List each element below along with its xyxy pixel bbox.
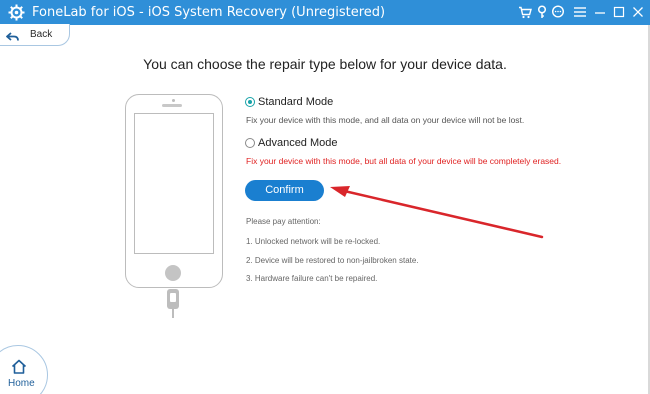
- speaker-slot: [162, 104, 182, 107]
- attention-item: 2. Device will be restored to non-jailbr…: [246, 256, 419, 265]
- maximize-icon[interactable]: [611, 4, 627, 20]
- page-heading: You can choose the repair type below for…: [143, 56, 507, 72]
- back-arrow-icon: [6, 29, 19, 47]
- device-illustration: [125, 94, 223, 288]
- home-icon: [11, 359, 27, 379]
- chat-icon[interactable]: [550, 4, 566, 20]
- camera-dot: [172, 99, 175, 102]
- standard-mode-description: Fix your device with this mode, and all …: [246, 115, 525, 125]
- window-title: FoneLab for iOS - iOS System Recovery (U…: [32, 5, 386, 20]
- back-label: Back: [30, 29, 53, 40]
- home-label: Home: [8, 378, 35, 389]
- device-home-button: [165, 265, 181, 281]
- title-bar: FoneLab for iOS - iOS System Recovery (U…: [0, 0, 650, 25]
- menu-icon[interactable]: [572, 4, 588, 20]
- annotation-arrow-icon: [328, 182, 548, 247]
- cart-icon[interactable]: [517, 4, 533, 20]
- minimize-icon[interactable]: [592, 4, 608, 20]
- close-icon[interactable]: [630, 4, 646, 20]
- cable-icon: [166, 289, 180, 324]
- gear-icon: [8, 4, 25, 21]
- attention-title: Please pay attention:: [246, 217, 321, 226]
- advanced-mode-warning: Fix your device with this mode, but all …: [246, 156, 562, 166]
- back-button[interactable]: Back: [0, 24, 70, 46]
- device-screen: [134, 113, 214, 254]
- attention-item: 3. Hardware failure can't be repaired.: [246, 274, 378, 283]
- key-icon[interactable]: [534, 4, 550, 20]
- standard-mode-radio[interactable]: [245, 97, 255, 107]
- home-button[interactable]: Home: [0, 345, 48, 394]
- confirm-button[interactable]: Confirm: [245, 180, 324, 201]
- standard-mode-label[interactable]: Standard Mode: [258, 96, 333, 108]
- advanced-mode-radio[interactable]: [245, 138, 255, 148]
- advanced-mode-label[interactable]: Advanced Mode: [258, 137, 338, 149]
